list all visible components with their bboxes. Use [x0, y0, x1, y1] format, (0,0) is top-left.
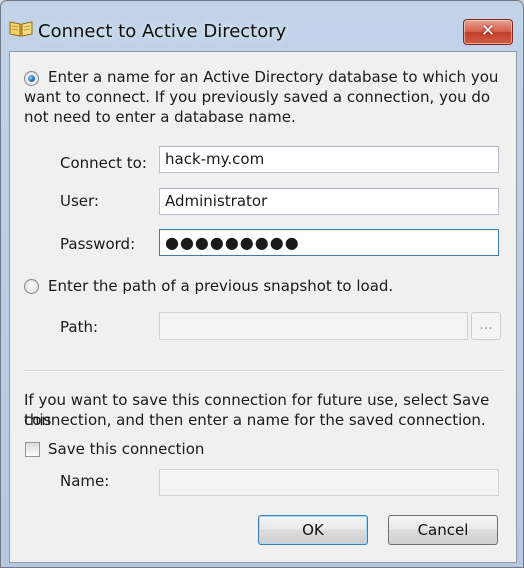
connect-to-input[interactable]: hack-my.com	[159, 146, 499, 173]
dialog-body: Enter a name for an Active Directory dat…	[9, 51, 517, 563]
save-connection-checkbox[interactable]	[25, 442, 40, 457]
name-input[interactable]	[159, 469, 499, 496]
cancel-button[interactable]: Cancel	[388, 515, 498, 545]
dialog-window: Connect to Active Directory ✕ Enter a na…	[0, 0, 524, 568]
path-label: Path:	[60, 318, 99, 336]
save-connection-label[interactable]: Save this connection	[48, 439, 204, 459]
user-label: User:	[60, 192, 99, 210]
title-bar[interactable]: Connect to Active Directory ✕	[1, 1, 523, 47]
user-input[interactable]: Administrator	[159, 188, 499, 215]
password-label: Password:	[60, 235, 136, 253]
connect-option-text-line3[interactable]: not need to enter a database name.	[24, 107, 296, 127]
window-title: Connect to Active Directory	[38, 21, 287, 42]
save-info-line2: connection, and then enter a name for th…	[24, 411, 486, 429]
path-input[interactable]	[159, 312, 468, 340]
close-button[interactable]: ✕	[463, 19, 513, 45]
browse-button[interactable]: ...	[471, 312, 501, 340]
connect-radio[interactable]	[24, 71, 39, 86]
connect-option-text-line1[interactable]: Enter a name for an Active Directory dat…	[48, 67, 498, 87]
snapshot-option-text[interactable]: Enter the path of a previous snapshot to…	[48, 276, 393, 296]
snapshot-radio[interactable]	[24, 279, 39, 294]
connect-option-text-line2[interactable]: want to connect. If you previously saved…	[24, 87, 490, 107]
ok-button[interactable]: OK	[258, 515, 368, 545]
connect-to-label: Connect to:	[60, 154, 147, 172]
close-icon: ✕	[480, 21, 496, 41]
password-input[interactable]: ●●●●●●●●●	[159, 229, 499, 256]
separator	[24, 370, 504, 372]
open-book-icon	[9, 21, 33, 37]
name-label: Name:	[60, 472, 110, 490]
